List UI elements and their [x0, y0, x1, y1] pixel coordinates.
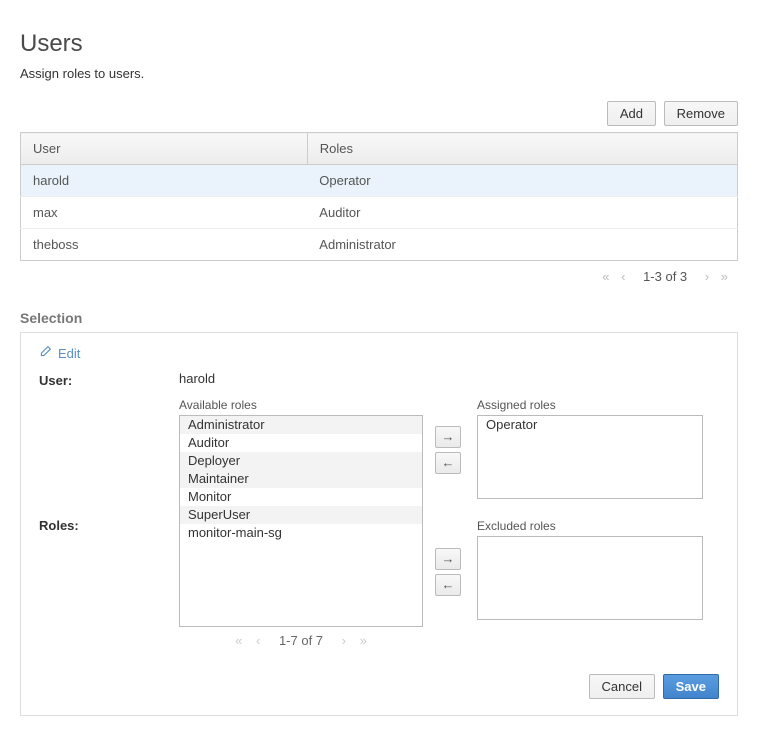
- page-description: Assign roles to users.: [20, 66, 738, 81]
- available-pager: « ‹ 1-7 of 7 › »: [179, 627, 423, 654]
- cell-user: theboss: [21, 229, 308, 261]
- list-item[interactable]: Deployer: [180, 452, 422, 470]
- column-header-user[interactable]: User: [21, 133, 308, 165]
- cell-user: harold: [21, 165, 308, 197]
- selection-section-title: Selection: [20, 310, 738, 326]
- available-roles-listbox[interactable]: AdministratorAuditorDeployerMaintainerMo…: [179, 415, 423, 627]
- arrow-right-icon: →: [442, 551, 455, 566]
- assigned-roles-label: Assigned roles: [477, 398, 703, 412]
- move-to-excluded-button[interactable]: →: [435, 548, 461, 570]
- cell-roles: Operator: [307, 165, 737, 197]
- table-row[interactable]: thebossAdministrator: [21, 229, 738, 261]
- save-button[interactable]: Save: [663, 674, 719, 699]
- cell-roles: Administrator: [307, 229, 737, 261]
- user-field-label: User:: [39, 371, 179, 388]
- move-to-assigned-button[interactable]: →: [435, 426, 461, 448]
- list-item[interactable]: SuperUser: [180, 506, 422, 524]
- edit-label: Edit: [58, 346, 80, 361]
- cancel-button[interactable]: Cancel: [589, 674, 655, 699]
- roles-field-label: Roles:: [39, 398, 179, 533]
- arrow-right-icon: →: [442, 429, 455, 444]
- list-item[interactable]: Monitor: [180, 488, 422, 506]
- assigned-roles-listbox[interactable]: Operator: [477, 415, 703, 499]
- cell-user: max: [21, 197, 308, 229]
- move-from-excluded-button[interactable]: ←: [435, 574, 461, 596]
- pager-first-icon[interactable]: «: [598, 269, 613, 284]
- excluded-roles-listbox[interactable]: [477, 536, 703, 620]
- column-header-roles[interactable]: Roles: [307, 133, 737, 165]
- list-item[interactable]: Administrator: [180, 416, 422, 434]
- list-item[interactable]: Operator: [478, 416, 702, 434]
- list-item[interactable]: Auditor: [180, 434, 422, 452]
- available-pager-first-icon[interactable]: «: [230, 633, 247, 648]
- panel-footer: Cancel Save: [39, 674, 719, 699]
- table-pager: « ‹ 1-3 of 3 › »: [20, 261, 738, 292]
- table-row[interactable]: haroldOperator: [21, 165, 738, 197]
- toolbar: Add Remove: [20, 101, 738, 126]
- cell-roles: Auditor: [307, 197, 737, 229]
- available-pager-last-icon[interactable]: »: [355, 633, 372, 648]
- table-row[interactable]: maxAuditor: [21, 197, 738, 229]
- list-item[interactable]: monitor-main-sg: [180, 524, 422, 542]
- available-pager-info: 1-7 of 7: [269, 633, 333, 648]
- users-table: User Roles haroldOperatormaxAuditorthebo…: [20, 132, 738, 261]
- edit-icon: [39, 345, 52, 361]
- available-pager-prev-icon[interactable]: ‹: [251, 633, 265, 648]
- remove-button[interactable]: Remove: [664, 101, 738, 126]
- available-pager-next-icon[interactable]: ›: [337, 633, 351, 648]
- selection-panel: Edit User: harold Roles: Available roles…: [20, 332, 738, 716]
- pager-info: 1-3 of 3: [633, 269, 697, 284]
- edit-link[interactable]: Edit: [39, 345, 80, 371]
- excluded-roles-label: Excluded roles: [477, 519, 703, 533]
- arrow-left-icon: ←: [442, 455, 455, 470]
- available-roles-label: Available roles: [179, 398, 423, 412]
- pager-prev-icon[interactable]: ‹: [617, 269, 629, 284]
- arrow-left-icon: ←: [442, 577, 455, 592]
- page-title: Users: [20, 30, 738, 58]
- move-from-assigned-button[interactable]: ←: [435, 452, 461, 474]
- pager-next-icon[interactable]: ›: [701, 269, 713, 284]
- list-item[interactable]: Maintainer: [180, 470, 422, 488]
- user-field-value: harold: [179, 371, 719, 386]
- pager-last-icon[interactable]: »: [717, 269, 732, 284]
- add-button[interactable]: Add: [607, 101, 656, 126]
